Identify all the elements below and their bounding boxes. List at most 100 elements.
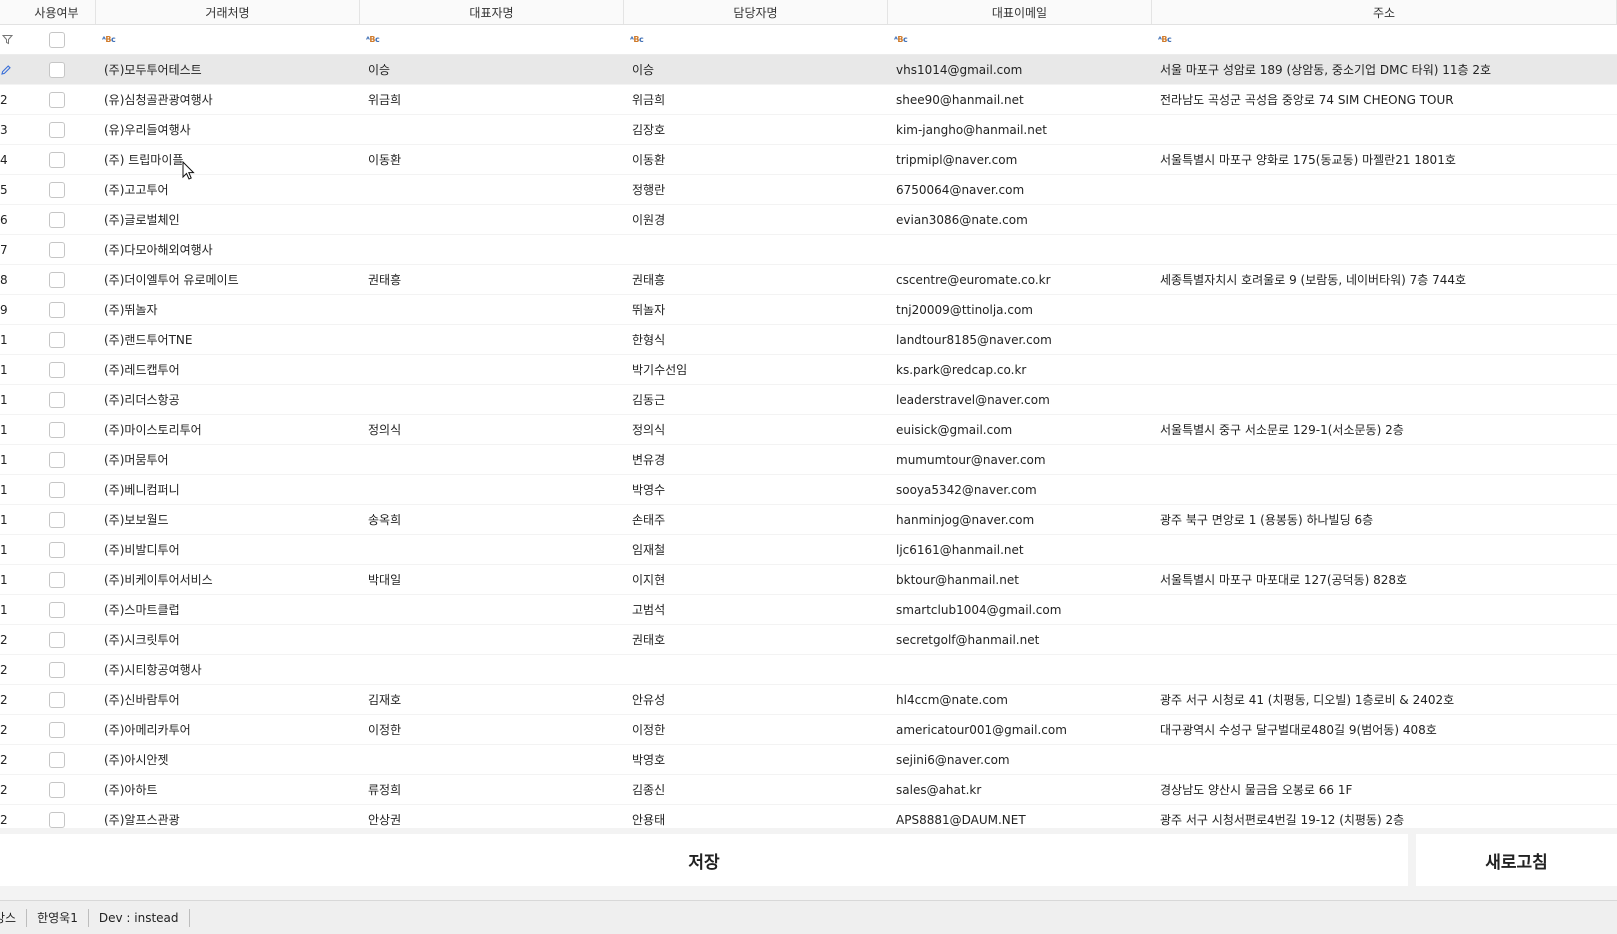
vendor-name-cell[interactable]: (주)고고투어: [96, 175, 360, 204]
use-checkbox[interactable]: [18, 175, 96, 204]
vendor-name-cell[interactable]: (주)레드캡투어: [96, 355, 360, 384]
rep-name-cell[interactable]: [360, 475, 624, 504]
address-cell[interactable]: 서울특별시 중구 서소문로 129-1(서소문동) 2층: [1152, 415, 1617, 444]
checkbox[interactable]: [49, 121, 65, 138]
table-row[interactable]: 1 (주)리더스항공 김동근 leaderstravel@naver.com: [0, 385, 1617, 415]
email-cell[interactable]: americatour001@gmail.com: [888, 715, 1152, 744]
manager-name-cell[interactable]: 변유경: [624, 445, 888, 474]
table-row[interactable]: 2 (주)아시안젯 박영호 sejini6@naver.com: [0, 745, 1617, 775]
rep-name-cell[interactable]: 박대일: [360, 565, 624, 594]
col-header-use[interactable]: 사용여부: [18, 0, 96, 24]
address-cell[interactable]: [1152, 445, 1617, 474]
vendor-name-cell[interactable]: (주)시티항공여행사: [96, 655, 360, 684]
use-checkbox[interactable]: [18, 565, 96, 594]
address-cell[interactable]: [1152, 115, 1617, 144]
manager-name-cell[interactable]: 박영수: [624, 475, 888, 504]
checkbox[interactable]: [49, 541, 65, 558]
table-row[interactable]: 1 (주)비케이투어서비스 박대일 이지현 bktour@hanmail.net 서울특별…: [0, 565, 1617, 595]
manager-name-cell[interactable]: 이동환: [624, 145, 888, 174]
vendor-name-cell[interactable]: (주)비발디투어: [96, 535, 360, 564]
manager-name-cell[interactable]: 박기수선임: [624, 355, 888, 384]
rep-name-cell[interactable]: 이승: [360, 55, 624, 84]
rep-name-cell[interactable]: [360, 535, 624, 564]
use-checkbox[interactable]: [18, 295, 96, 324]
email-cell[interactable]: hl4ccm@nate.com: [888, 685, 1152, 714]
manager-name-cell[interactable]: 김동근: [624, 385, 888, 414]
rep-name-cell[interactable]: 정의식: [360, 415, 624, 444]
address-cell[interactable]: 경상남도 양산시 물금읍 오봉로 66 1F: [1152, 775, 1617, 804]
email-cell[interactable]: sooya5342@naver.com: [888, 475, 1152, 504]
use-checkbox[interactable]: [18, 355, 96, 384]
email-cell[interactable]: tnj20009@ttinolja.com: [888, 295, 1152, 324]
address-cell[interactable]: [1152, 535, 1617, 564]
use-checkbox[interactable]: [18, 805, 96, 828]
address-cell[interactable]: 전라남도 곡성군 곡성읍 중앙로 74 SIM CHEONG TOUR: [1152, 85, 1617, 114]
rep-name-cell[interactable]: [360, 295, 624, 324]
address-cell[interactable]: [1152, 625, 1617, 654]
use-checkbox[interactable]: [18, 625, 96, 654]
checkbox[interactable]: [49, 241, 65, 258]
checkbox[interactable]: [49, 301, 65, 318]
use-checkbox[interactable]: [18, 535, 96, 564]
table-row[interactable]: 5 (주)고고투어 정행란 6750064@naver.com: [0, 175, 1617, 205]
rep-name-cell[interactable]: 김재호: [360, 685, 624, 714]
address-cell[interactable]: [1152, 745, 1617, 774]
email-cell[interactable]: tripmipl@naver.com: [888, 145, 1152, 174]
email-cell[interactable]: ks.park@redcap.co.kr: [888, 355, 1152, 384]
checkbox[interactable]: [49, 481, 65, 498]
manager-name-cell[interactable]: 위금희: [624, 85, 888, 114]
rep-name-cell[interactable]: 송옥희: [360, 505, 624, 534]
rep-name-cell[interactable]: [360, 115, 624, 144]
filter-address[interactable]: ᴬBc: [1152, 25, 1617, 54]
table-row[interactable]: 2 (주)시크릿투어 권태호 secretgolf@hanmail.net: [0, 625, 1617, 655]
address-cell[interactable]: [1152, 595, 1617, 624]
table-row[interactable]: 6 (주)글로벌체인 이원경 evian3086@nate.com: [0, 205, 1617, 235]
use-checkbox[interactable]: [18, 265, 96, 294]
manager-name-cell[interactable]: 권태흥: [624, 265, 888, 294]
checkbox[interactable]: [49, 331, 65, 348]
address-cell[interactable]: [1152, 385, 1617, 414]
save-button[interactable]: 저장: [0, 834, 1408, 886]
address-cell[interactable]: 세종특별자치시 호려울로 9 (보람동, 네이버타워) 7층 744호: [1152, 265, 1617, 294]
checkbox[interactable]: [49, 511, 65, 528]
rep-name-cell[interactable]: 위금희: [360, 85, 624, 114]
email-cell[interactable]: kim-jangho@hanmail.net: [888, 115, 1152, 144]
table-row[interactable]: 1 (주)베니컴퍼니 박영수 sooya5342@naver.com: [0, 475, 1617, 505]
email-cell[interactable]: cscentre@euromate.co.kr: [888, 265, 1152, 294]
vendor-name-cell[interactable]: (주)알프스관광: [96, 805, 360, 828]
use-checkbox[interactable]: [18, 325, 96, 354]
address-cell[interactable]: [1152, 205, 1617, 234]
filter-email[interactable]: ᴬBc: [888, 25, 1152, 54]
col-header-address[interactable]: 주소: [1152, 0, 1617, 24]
email-cell[interactable]: euisick@gmail.com: [888, 415, 1152, 444]
col-header-vendor[interactable]: 거래처명: [96, 0, 360, 24]
table-row[interactable]: 1 (주)랜드투어TNE 한형식 landtour8185@naver.com: [0, 325, 1617, 355]
manager-name-cell[interactable]: 안유성: [624, 685, 888, 714]
use-checkbox[interactable]: [18, 685, 96, 714]
address-cell[interactable]: 광주 북구 면앙로 1 (용봉동) 하나빌딩 6층: [1152, 505, 1617, 534]
vendor-name-cell[interactable]: (주)머뭄투어: [96, 445, 360, 474]
manager-name-cell[interactable]: 김장호: [624, 115, 888, 144]
rep-name-cell[interactable]: 이동환: [360, 145, 624, 174]
checkbox[interactable]: [49, 361, 65, 378]
table-row[interactable]: 1 (주)마이스토리투어 정의식 정의식 euisick@gmail.com 서울특별시 …: [0, 415, 1617, 445]
table-row[interactable]: 9 (주)뛰놀자 뛰놀자 tnj20009@ttinolja.com: [0, 295, 1617, 325]
checkbox[interactable]: [49, 211, 65, 228]
manager-name-cell[interactable]: 뛰놀자: [624, 295, 888, 324]
email-cell[interactable]: mumumtour@naver.com: [888, 445, 1152, 474]
manager-name-cell[interactable]: 손태주: [624, 505, 888, 534]
rep-name-cell[interactable]: [360, 205, 624, 234]
address-cell[interactable]: 광주 서구 시청로 41 (치평동, 디오빌) 1층로비 & 2402호: [1152, 685, 1617, 714]
table-row[interactable]: (주)모두투어테스트 이승 이승 vhs1014@gmail.com 서울 마포구 성암…: [0, 55, 1617, 85]
checkbox[interactable]: [49, 271, 65, 288]
rep-name-cell[interactable]: [360, 355, 624, 384]
vendor-name-cell[interactable]: (주)더이엘투어 유로메이트: [96, 265, 360, 294]
email-cell[interactable]: sales@ahat.kr: [888, 775, 1152, 804]
filter-manager[interactable]: ᴬBc: [624, 25, 888, 54]
manager-name-cell[interactable]: 한형식: [624, 325, 888, 354]
rep-name-cell[interactable]: 류정희: [360, 775, 624, 804]
email-cell[interactable]: 6750064@naver.com: [888, 175, 1152, 204]
manager-name-cell[interactable]: 이승: [624, 55, 888, 84]
rep-name-cell[interactable]: [360, 235, 624, 264]
manager-name-cell[interactable]: 안용태: [624, 805, 888, 828]
